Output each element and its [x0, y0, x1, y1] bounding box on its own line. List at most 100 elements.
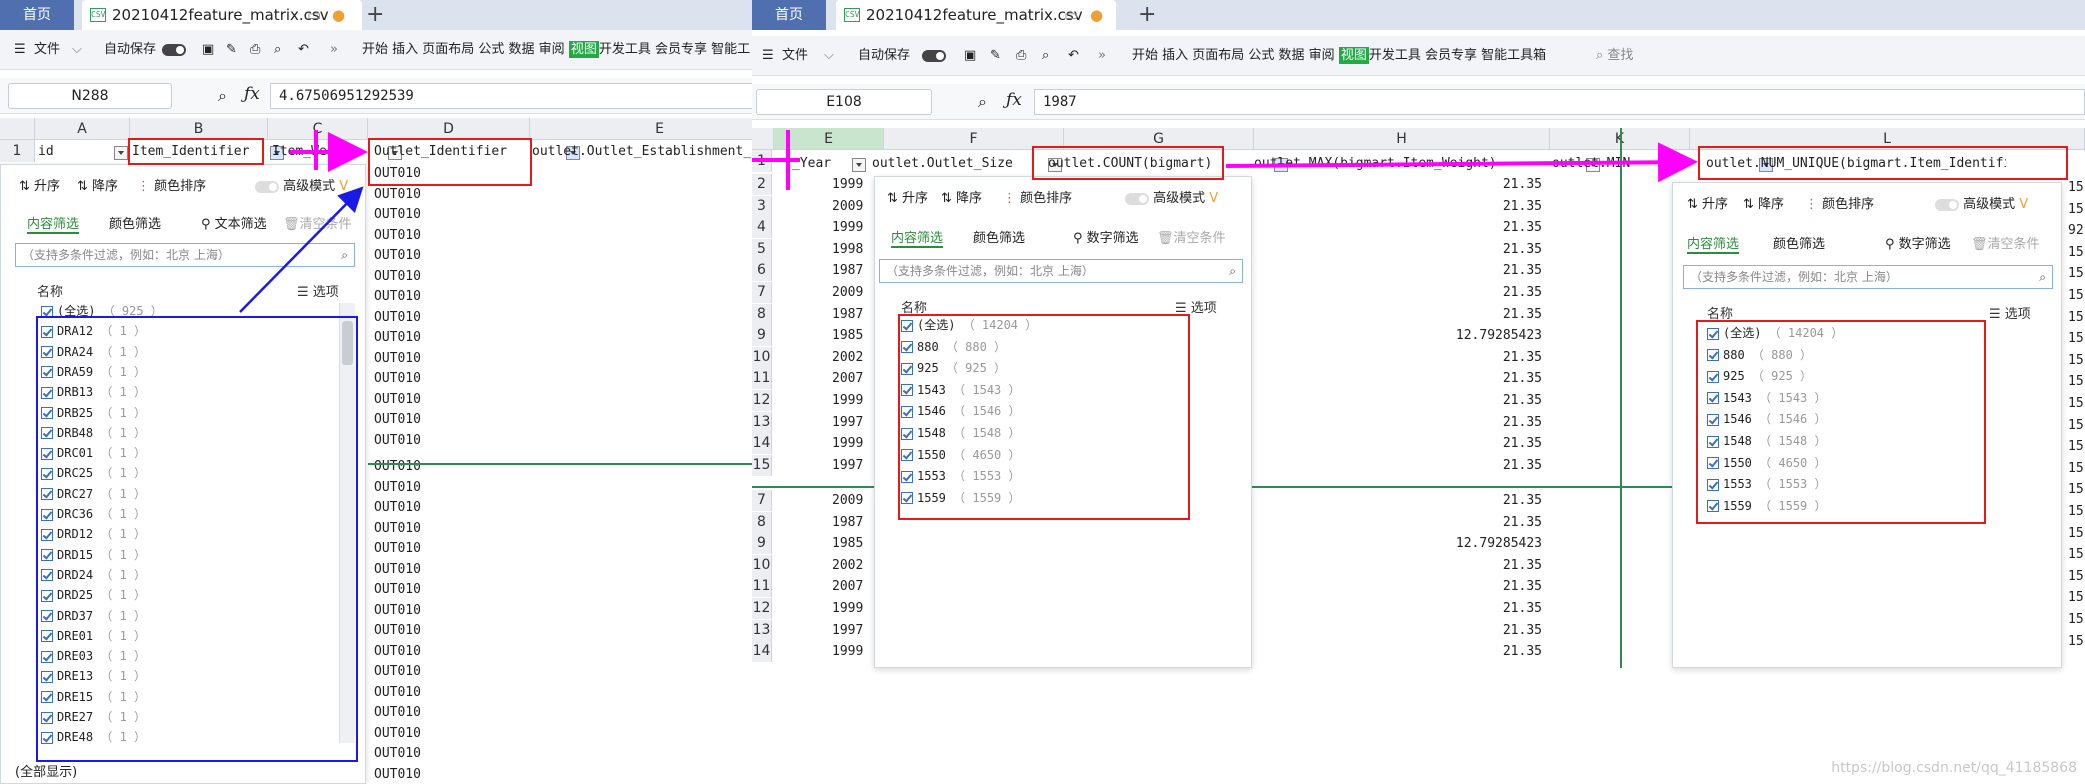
outlet-cell[interactable]: OUT010: [374, 187, 524, 202]
outlet-cell[interactable]: OUT010: [374, 746, 524, 761]
max-weight-cell[interactable]: 21.35: [1352, 393, 1542, 408]
tab-file[interactable]: CSV 20210412feature_matrix.csv ▭ ●: [836, 0, 1116, 30]
tab-content-filter[interactable]: 内容筛选: [891, 227, 944, 248]
year-cell[interactable]: 2009: [832, 199, 874, 214]
year-cell[interactable]: 1997: [832, 415, 874, 430]
max-weight-cell[interactable]: 21.35: [1352, 285, 1542, 300]
row-header[interactable]: 2: [752, 174, 772, 195]
tab-content-filter[interactable]: 内容筛选: [1687, 233, 1740, 254]
filter-search-input[interactable]: （支持多条件过滤，例如：北京 上海） ⌕: [1683, 265, 2053, 289]
outlet-cell[interactable]: OUT010: [374, 269, 524, 284]
save-icon[interactable]: ▣: [964, 36, 976, 76]
row-header[interactable]: 9: [752, 325, 772, 347]
sort-desc-button[interactable]: ⇅ 降序: [77, 175, 118, 194]
formula-input[interactable]: 4.67506951292539: [270, 83, 790, 109]
outlet-cell[interactable]: OUT010: [374, 541, 524, 556]
options-button[interactable]: ☰ 选项: [1989, 303, 2031, 322]
row-header[interactable]: 7: [752, 490, 772, 511]
max-weight-cell[interactable]: 21.35: [1352, 263, 1542, 278]
edge-cell[interactable]: 15: [2068, 331, 2085, 346]
undo-icon[interactable]: ↶: [1068, 36, 1079, 76]
header-cell-outlet-min[interactable]: outlet.MIN: [1552, 156, 1630, 171]
edge-cell[interactable]: 15: [2068, 482, 2085, 497]
tab-home[interactable]: 首页: [752, 0, 826, 30]
max-weight-cell[interactable]: 21.35: [1352, 307, 1542, 322]
name-box[interactable]: N288: [8, 83, 172, 109]
sort-desc-button[interactable]: ⇅ 降序: [1743, 193, 1784, 212]
edge-cell[interactable]: 15: [2068, 612, 2085, 627]
tab-color-filter[interactable]: 颜色筛选: [973, 227, 1025, 246]
outlet-cell[interactable]: OUT010: [374, 351, 524, 366]
outlet-cell[interactable]: OUT010: [374, 459, 524, 474]
menu-icon[interactable]: ☰: [762, 36, 774, 76]
year-cell[interactable]: 1985: [832, 536, 874, 551]
outlet-cell[interactable]: OUT010: [374, 603, 524, 618]
max-weight-cell[interactable]: 21.35: [1352, 350, 1542, 365]
year-cell[interactable]: 2007: [832, 579, 874, 594]
col-header-c[interactable]: C: [268, 118, 368, 140]
outlet-cell[interactable]: OUT010: [374, 228, 524, 243]
row-header[interactable]: 9: [752, 533, 772, 555]
col-header-e[interactable]: E: [774, 128, 884, 150]
edge-cell[interactable]: 15: [2068, 245, 2085, 260]
row-header[interactable]: 8: [752, 511, 772, 533]
tab-content-filter[interactable]: 内容筛选: [27, 213, 80, 234]
advanced-mode-toggle[interactable]: 高级模式 V: [1935, 193, 2028, 212]
edge-cell[interactable]: 15: [2068, 461, 2085, 476]
max-weight-cell[interactable]: 12.79285423: [1352, 536, 1542, 551]
edge-cell[interactable]: 15: [2068, 288, 2085, 303]
outlet-cell[interactable]: OUT010: [374, 521, 524, 536]
number-filter-button[interactable]: ⚲ 数字筛选: [1073, 227, 1139, 246]
header-cell-outlet-size[interactable]: outlet.Outlet_Size: [872, 156, 1048, 171]
col-header-e[interactable]: E: [530, 118, 790, 140]
filter-dropdown-a[interactable]: [114, 145, 128, 160]
autosave-toggle[interactable]: [922, 36, 946, 76]
edge-cell[interactable]: 15: [2068, 504, 2085, 519]
filter-dropdown-e[interactable]: [852, 157, 866, 172]
outlet-cell[interactable]: OUT010: [374, 500, 524, 515]
year-cell[interactable]: 2009: [832, 285, 874, 300]
tab-home[interactable]: 首页: [0, 0, 74, 30]
edge-cell[interactable]: 15: [2068, 526, 2085, 541]
options-button[interactable]: ☰ 选项: [297, 281, 339, 300]
header-cell-outlet-max[interactable]: outlet.MAX(bigmart.Item_Weight): [1254, 156, 1532, 171]
clear-conditions-button[interactable]: 🗑清空条件: [283, 213, 352, 232]
year-cell[interactable]: 2002: [832, 558, 874, 573]
outlet-cell[interactable]: OUT010: [374, 412, 524, 427]
outlet-cell[interactable]: OUT010: [374, 330, 524, 345]
color-sort-button[interactable]: ⋮ 颜色排序: [1805, 193, 1874, 212]
menu-icon[interactable]: ☰: [14, 30, 26, 70]
outlet-cell[interactable]: OUT010: [374, 371, 524, 386]
search-icon[interactable]: ⌕: [2039, 266, 2046, 288]
max-weight-cell[interactable]: 21.35: [1352, 458, 1542, 473]
edge-cell[interactable]: 15: [2068, 547, 2085, 562]
outlet-cell[interactable]: OUT010: [374, 705, 524, 720]
outlet-cell[interactable]: OUT010: [374, 289, 524, 304]
print-preview-icon[interactable]: ⌕: [274, 30, 281, 70]
edge-cell[interactable]: 15: [2068, 202, 2085, 217]
row-header[interactable]: 6: [752, 260, 772, 282]
ribbon-tabs-more[interactable]: 开发工具 会员专享 智能工: [599, 42, 750, 57]
save-icon[interactable]: ▣: [202, 30, 214, 70]
advanced-mode-toggle[interactable]: 高级模式 V: [255, 175, 348, 194]
row-header[interactable]: 12: [752, 390, 772, 411]
edge-cell[interactable]: 15: [2068, 374, 2085, 389]
ribbon-tabs[interactable]: 开始 插入 页面布局 公式 数据 审阅 视图 开发工具 会员专享 智能工: [362, 30, 750, 70]
header-cell-year[interactable]: _Year: [792, 156, 856, 171]
row-header[interactable]: 8: [752, 303, 772, 325]
fx-icon[interactable]: ƒx: [244, 84, 260, 104]
ribbon-tabs-main[interactable]: 开始 插入 页面布局 公式 数据 审阅: [362, 42, 565, 57]
max-weight-cell[interactable]: 21.35: [1352, 199, 1542, 214]
col-header-d[interactable]: D: [368, 118, 530, 140]
year-cell[interactable]: 1985: [832, 328, 874, 343]
year-cell[interactable]: 1999: [832, 177, 874, 192]
filter-search-input[interactable]: （支持多条件过滤，例如：北京 上海） ⌕: [15, 243, 355, 267]
corner-cell[interactable]: [752, 128, 774, 150]
row-header[interactable]: 11: [752, 368, 772, 390]
color-sort-button[interactable]: ⋮ 颜色排序: [1003, 187, 1072, 206]
corner-cell[interactable]: [0, 118, 35, 140]
max-weight-cell[interactable]: 21.35: [1352, 601, 1542, 616]
row-header[interactable]: 10: [752, 554, 772, 576]
tab-color-filter[interactable]: 颜色筛选: [1773, 233, 1825, 252]
print-icon[interactable]: ⎙: [1016, 36, 1026, 76]
